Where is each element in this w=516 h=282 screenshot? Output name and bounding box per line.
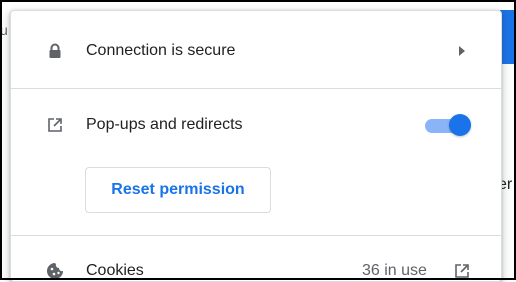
popups-redirects-row: Pop-ups and redirects (11, 100, 501, 150)
cookie-icon (45, 261, 65, 281)
background-accent-bar (500, 10, 516, 64)
divider (11, 88, 501, 89)
connection-security-label: Connection is secure (86, 42, 236, 59)
toggle-knob (449, 114, 471, 136)
external-link-icon[interactable] (453, 262, 471, 280)
divider (11, 235, 501, 236)
lock-icon (45, 41, 65, 61)
reset-permission-button[interactable]: Reset permission (85, 167, 271, 213)
cookies-in-use-count: 36 in use (362, 262, 427, 279)
cookies-label: Cookies (86, 262, 144, 279)
connection-security-row[interactable]: Connection is secure (11, 26, 501, 76)
site-info-popup: Connection is secure Pop-ups and redirec… (10, 10, 502, 282)
external-link-icon (45, 115, 65, 135)
popups-toggle[interactable] (425, 113, 471, 137)
popups-redirects-label: Pop-ups and redirects (86, 116, 243, 133)
chevron-right-icon (457, 46, 467, 56)
cookies-row[interactable]: Cookies 36 in use (11, 246, 501, 281)
